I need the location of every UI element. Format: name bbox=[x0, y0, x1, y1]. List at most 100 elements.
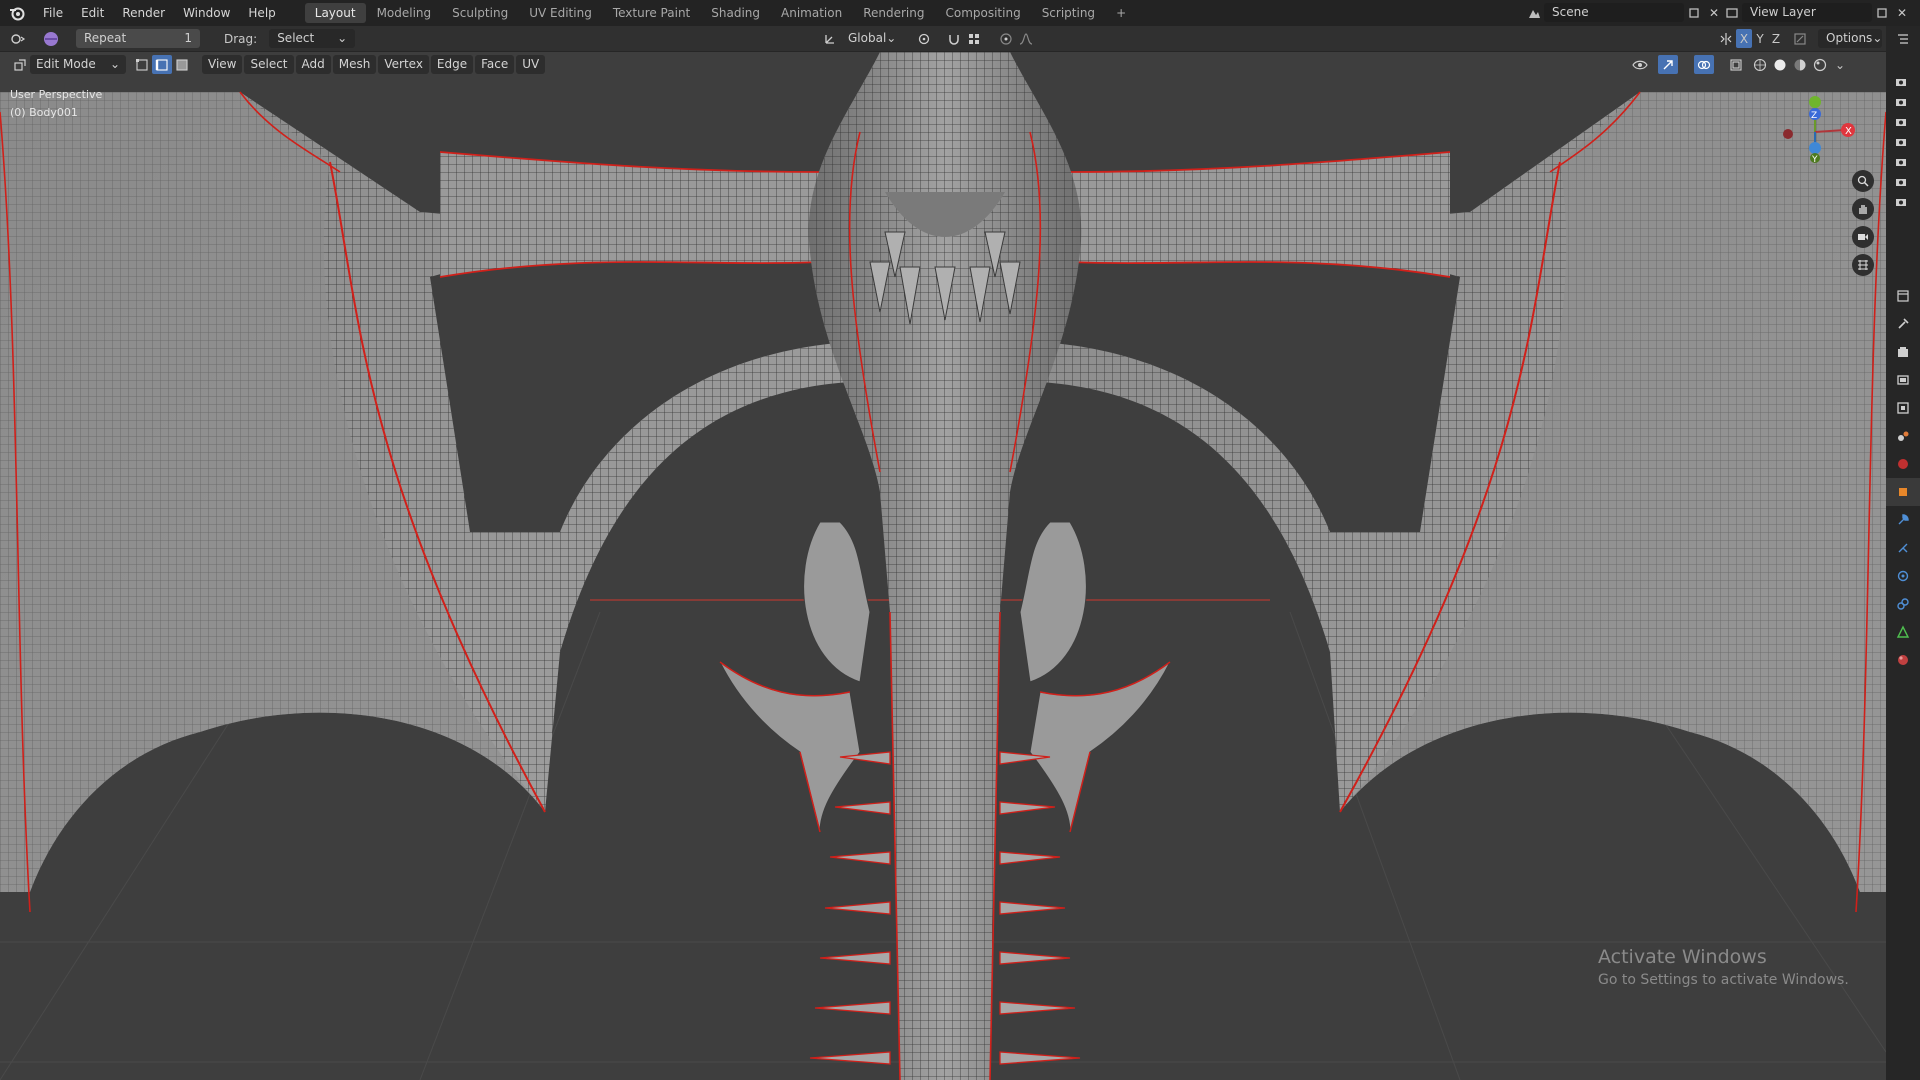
auto-merge-icon[interactable] bbox=[1790, 29, 1810, 48]
outliner-camera-icons bbox=[1891, 72, 1911, 212]
repeat-field[interactable]: Repeat 1 bbox=[76, 29, 200, 48]
camera-icon[interactable] bbox=[1891, 172, 1911, 192]
scene-name-field[interactable]: Scene bbox=[1544, 3, 1684, 22]
tab-uv-editing[interactable]: UV Editing bbox=[519, 3, 602, 23]
output-tab-icon[interactable] bbox=[1886, 366, 1920, 394]
3d-viewport[interactable]: Edit Mode ⌄ View Select Add Mesh Vertex … bbox=[0, 52, 1886, 1080]
tab-rendering[interactable]: Rendering bbox=[853, 3, 934, 23]
wireframe-shading-icon[interactable] bbox=[1750, 55, 1770, 74]
menu-help[interactable]: Help bbox=[239, 0, 284, 26]
constraints-tab-icon[interactable] bbox=[1886, 590, 1920, 618]
shading-options-chevron-icon[interactable]: ⌄ bbox=[1830, 55, 1850, 74]
material-shading-icon[interactable] bbox=[1790, 55, 1810, 74]
gizmo-x-label: X bbox=[1845, 126, 1852, 137]
navigation-gizmo[interactable]: Z X Y bbox=[1770, 82, 1860, 172]
add-workspace-button[interactable]: + bbox=[1106, 3, 1136, 23]
xray-toggle-icon[interactable] bbox=[1726, 55, 1746, 74]
menu-mesh[interactable]: Mesh bbox=[332, 55, 377, 74]
view-layer-field[interactable]: View Layer bbox=[1742, 3, 1872, 22]
blender-logo-icon[interactable] bbox=[0, 0, 34, 26]
menu-face[interactable]: Face bbox=[475, 55, 515, 74]
vertex-select-icon[interactable] bbox=[132, 55, 152, 74]
camera-view-icon[interactable] bbox=[1852, 226, 1874, 248]
menu-view[interactable]: View bbox=[202, 55, 243, 74]
tab-shading[interactable]: Shading bbox=[701, 3, 770, 23]
tab-modeling[interactable]: Modeling bbox=[367, 3, 442, 23]
snap-target-icon[interactable] bbox=[964, 29, 984, 48]
view-layer-icon[interactable] bbox=[1722, 3, 1742, 22]
tab-layout[interactable]: Layout bbox=[304, 3, 366, 23]
select-mode-icon[interactable] bbox=[10, 55, 30, 74]
pivot-point-icon[interactable] bbox=[914, 29, 934, 48]
delete-scene-icon[interactable]: ✕ bbox=[1704, 3, 1724, 22]
outliner-editor-icon[interactable] bbox=[1886, 26, 1920, 52]
mode-dropdown[interactable]: Edit Mode ⌄ bbox=[30, 55, 126, 74]
data-tab-icon[interactable] bbox=[1886, 618, 1920, 646]
particles-tab-icon[interactable] bbox=[1886, 534, 1920, 562]
view-layer-tab-icon[interactable] bbox=[1886, 394, 1920, 422]
camera-icon[interactable] bbox=[1891, 112, 1911, 132]
tab-compositing[interactable]: Compositing bbox=[935, 3, 1030, 23]
mirror-z-toggle[interactable]: Z bbox=[1768, 29, 1784, 48]
menu-add[interactable]: Add bbox=[295, 55, 331, 74]
mirror-y-toggle[interactable]: Y bbox=[1752, 29, 1768, 48]
chevron-down-icon: ⌄ bbox=[337, 31, 348, 45]
menu-file[interactable]: File bbox=[34, 0, 72, 26]
menu-edit[interactable]: Edit bbox=[72, 0, 113, 26]
tool-tab-icon[interactable] bbox=[1886, 310, 1920, 338]
active-tool-icon[interactable] bbox=[36, 29, 66, 48]
menu-render[interactable]: Render bbox=[113, 0, 174, 26]
proportional-editing-icon[interactable] bbox=[996, 29, 1016, 48]
overlays-toggle-icon[interactable] bbox=[1694, 55, 1714, 74]
perspective-toggle-icon[interactable] bbox=[1852, 254, 1874, 276]
delete-view-layer-icon[interactable]: ✕ bbox=[1892, 3, 1912, 22]
activate-windows-watermark: Activate Windows Go to Settings to activ… bbox=[1598, 946, 1849, 988]
visibility-eye-icon[interactable] bbox=[1630, 55, 1650, 74]
chevron-down-icon: ⌄ bbox=[886, 31, 897, 45]
viewport-nav-buttons bbox=[1852, 170, 1874, 276]
edge-select-icon[interactable] bbox=[152, 55, 172, 74]
orientation-value: Global bbox=[848, 31, 887, 45]
menu-select[interactable]: Select bbox=[244, 55, 294, 74]
menu-window[interactable]: Window bbox=[174, 0, 239, 26]
chevron-down-icon: ⌄ bbox=[1872, 31, 1883, 45]
editor-type-icon[interactable] bbox=[0, 29, 36, 48]
modifier-tab-icon[interactable] bbox=[1886, 506, 1920, 534]
gizmo-toggle-icon[interactable] bbox=[1658, 55, 1678, 74]
scene-icon[interactable] bbox=[1524, 3, 1544, 22]
rendered-shading-icon[interactable] bbox=[1810, 55, 1830, 74]
face-select-icon[interactable] bbox=[172, 55, 192, 74]
snap-icon[interactable] bbox=[944, 29, 964, 48]
solid-shading-icon[interactable] bbox=[1770, 55, 1790, 74]
camera-icon[interactable] bbox=[1891, 192, 1911, 212]
new-scene-icon[interactable] bbox=[1684, 3, 1704, 22]
material-tab-icon[interactable] bbox=[1886, 646, 1920, 674]
tab-animation[interactable]: Animation bbox=[771, 3, 852, 23]
menu-vertex[interactable]: Vertex bbox=[378, 55, 429, 74]
new-view-layer-icon[interactable] bbox=[1872, 3, 1892, 22]
tab-texture-paint[interactable]: Texture Paint bbox=[603, 3, 700, 23]
tab-scripting[interactable]: Scripting bbox=[1032, 3, 1105, 23]
falloff-icon[interactable] bbox=[1016, 29, 1036, 48]
menu-uv[interactable]: UV bbox=[516, 55, 546, 74]
mirror-icon[interactable] bbox=[1716, 29, 1736, 48]
object-tab-icon[interactable] bbox=[1886, 478, 1920, 506]
menu-edge[interactable]: Edge bbox=[430, 55, 474, 74]
mirror-x-toggle[interactable]: X bbox=[1736, 29, 1752, 48]
physics-tab-icon[interactable] bbox=[1886, 562, 1920, 590]
drag-select-dropdown[interactable]: Select Box ⌄ bbox=[269, 29, 356, 64]
properties-editor-icon[interactable] bbox=[1886, 282, 1920, 310]
camera-icon[interactable] bbox=[1891, 132, 1911, 152]
zoom-icon[interactable] bbox=[1852, 170, 1874, 192]
pan-hand-icon[interactable] bbox=[1852, 198, 1874, 220]
orientation-dropdown[interactable]: Global ⌄ bbox=[840, 29, 904, 48]
tab-sculpting[interactable]: Sculpting bbox=[442, 3, 518, 23]
transform-orientation-icon[interactable] bbox=[820, 29, 840, 48]
camera-icon[interactable] bbox=[1891, 72, 1911, 92]
camera-icon[interactable] bbox=[1891, 92, 1911, 112]
options-dropdown[interactable]: Options ⌄ bbox=[1818, 29, 1882, 48]
scene-tab-icon[interactable] bbox=[1886, 422, 1920, 450]
world-tab-icon[interactable] bbox=[1886, 450, 1920, 478]
camera-icon[interactable] bbox=[1891, 152, 1911, 172]
render-tab-icon[interactable] bbox=[1886, 338, 1920, 366]
